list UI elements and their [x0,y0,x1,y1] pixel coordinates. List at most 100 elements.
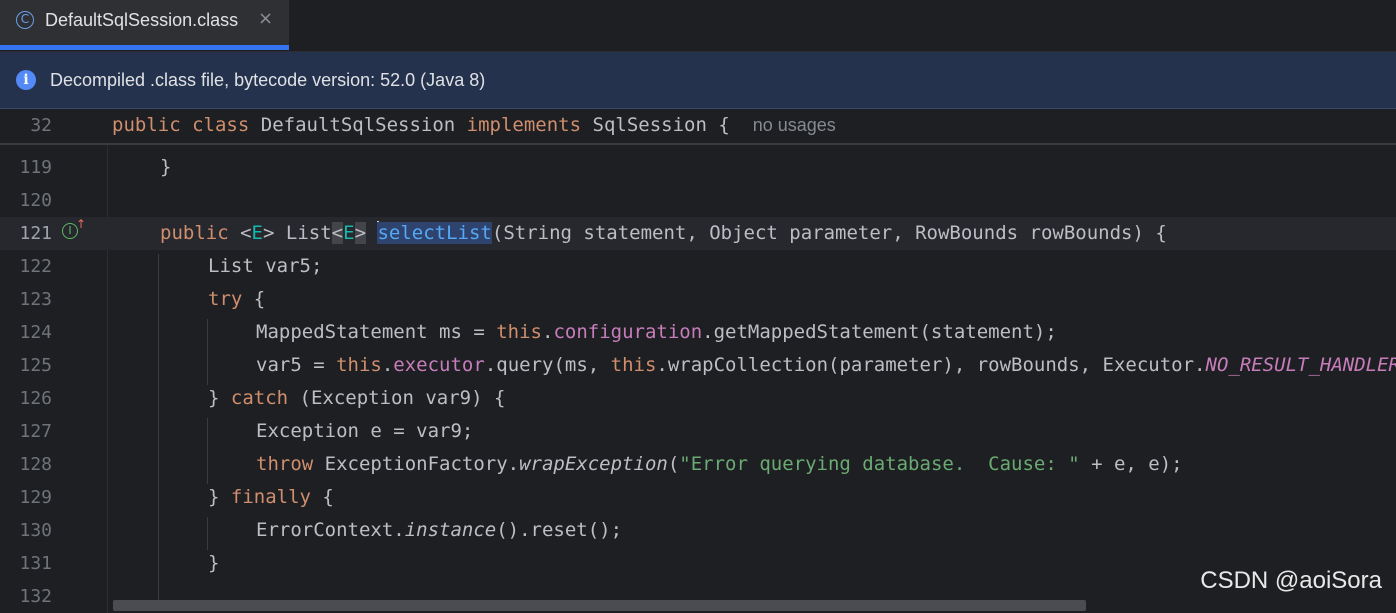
static-method: wrapException [519,453,668,475]
type-name: List [285,222,332,244]
code-line-128[interactable]: 128 throw ExceptionFactory.wrapException… [0,448,1396,481]
code-line-119[interactable]: 119 } [0,151,1396,184]
field: configuration [553,321,703,343]
punct: > [263,222,275,244]
code-text: } [160,156,172,178]
brace: } [208,387,231,409]
arrow-up-icon: ↑ [76,217,87,231]
line-number: 131 [19,553,52,574]
horizontal-scrollbar[interactable] [113,600,1086,611]
code-text: MappedStatement ms = this.configuration.… [256,316,1057,349]
code-segment: ().reset(); [496,519,623,541]
code-segment: var5 = [256,354,337,376]
editor-tab-bar: C DefaultSqlSession.class × [0,0,1396,52]
brace: { [310,486,334,508]
code-line-130[interactable]: 130 ErrorContext.instance().reset(); [0,514,1396,547]
code-text: Exception e = var9; [256,420,474,442]
line-number: 126 [19,388,52,409]
code-text: var5 = this.executor.query(ms, this.wrap… [256,349,1396,382]
keyword: throw [256,453,314,475]
line-number: 129 [19,487,52,508]
class-name: DefaultSqlSession [260,114,456,136]
punct: . [381,354,394,376]
punct: . [541,321,554,343]
code-line-124[interactable]: 124 MappedStatement ms = this.configurat… [0,316,1396,349]
tab-active-indicator [0,45,289,50]
decompiled-notice-banner: i Decompiled .class file, bytecode versi… [0,52,1396,109]
code-text: List var5; [208,255,323,277]
sticky-class-header[interactable]: 32 public class DefaultSqlSession implem… [0,109,1396,145]
code-text: ErrorContext.instance().reset(); [256,514,622,547]
code-line-127[interactable]: 127 Exception e = var9; [0,415,1396,448]
keyword: finally [230,486,311,508]
params: (String statement, Object parameter, Row… [491,222,1167,244]
bracket-match: < [331,222,344,244]
code-text: public <E> List<E> selectList(String sta… [160,217,1167,250]
code-line: public class DefaultSqlSession implement… [112,109,836,142]
code-segment: .getMappedStatement(statement); [702,321,1057,343]
tab-default-sql-session[interactable]: C DefaultSqlSession.class × [0,0,289,47]
keyword: this [610,354,657,376]
type-param: E [251,222,263,244]
line-number: 121 [19,223,52,244]
keyword: catch [230,387,289,409]
code-segment: MappedStatement ms = [256,321,497,343]
code-text: try { [208,283,265,316]
code-line-123[interactable]: 123 try { [0,283,1396,316]
line-number: 128 [19,454,52,475]
code-editor[interactable]: 32 public class DefaultSqlSession implem… [0,109,1396,613]
interface-name: SqlSession [592,114,707,136]
static-method: instance [404,519,497,541]
type-param: E [343,222,355,244]
close-icon[interactable]: × [258,8,273,30]
code-segment: + e, e); [1079,453,1183,475]
code-line-129[interactable]: 129 } finally { [0,481,1396,514]
code-segment: ErrorContext. [256,519,405,541]
code-line-121[interactable]: 121 I ↑ public <E> List<E> selectList(St… [0,217,1396,250]
keyword: this [336,354,382,376]
field: executor [393,354,485,376]
code-segment: .query(ms, [484,354,611,376]
string-literal: "Error querying database. Cause: " [679,453,1080,475]
keyword: public [112,114,181,136]
keyword: try [208,288,243,310]
line-number: 124 [19,322,52,343]
usages-hint[interactable]: no usages [753,115,836,135]
code-line-131[interactable]: 131 } [0,547,1396,580]
code-segment: (Exception var9) { [288,387,506,409]
code-line-120[interactable]: 120 [0,184,1396,217]
keyword: implements [466,114,582,136]
code-segment: ExceptionFactory. [313,453,520,475]
info-icon: i [16,70,36,90]
line-number: 123 [19,289,52,310]
keyword: this [496,321,542,343]
keyword: class [192,114,250,136]
code-line-126[interactable]: 126 } catch (Exception var9) { [0,382,1396,415]
constant: NO_RESULT_HANDLER); [1205,354,1396,376]
keyword: public [160,222,229,244]
code-line-122[interactable]: 122 List var5; [0,250,1396,283]
brace: { [242,288,266,310]
line-number: 32 [30,115,52,136]
code-segment: .wrapCollection(parameter), rowBounds, E… [656,354,1206,376]
brace: } [208,486,231,508]
line-number: 127 [19,421,52,442]
code-text: } [208,552,220,574]
punct: ( [667,453,680,475]
class-icon: C [16,11,34,29]
bracket-match: > [354,222,367,244]
code-line-125[interactable]: 125 var5 = this.executor.query(ms, this.… [0,349,1396,382]
code-text: } catch (Exception var9) { [208,382,505,415]
code-text: } finally { [208,481,334,514]
banner-text: Decompiled .class file, bytecode version… [50,70,486,90]
punct: < [240,222,252,244]
code-text: throw ExceptionFactory.wrapException("Er… [256,448,1183,481]
line-number: 120 [19,190,52,211]
line-number: 122 [19,256,52,277]
brace: { [718,114,730,136]
line-number: 132 [19,586,52,607]
watermark: CSDN @aoiSora [1200,567,1382,594]
line-number: 130 [19,520,52,541]
method-name[interactable]: selectList [377,222,492,244]
line-number: 125 [19,355,52,376]
